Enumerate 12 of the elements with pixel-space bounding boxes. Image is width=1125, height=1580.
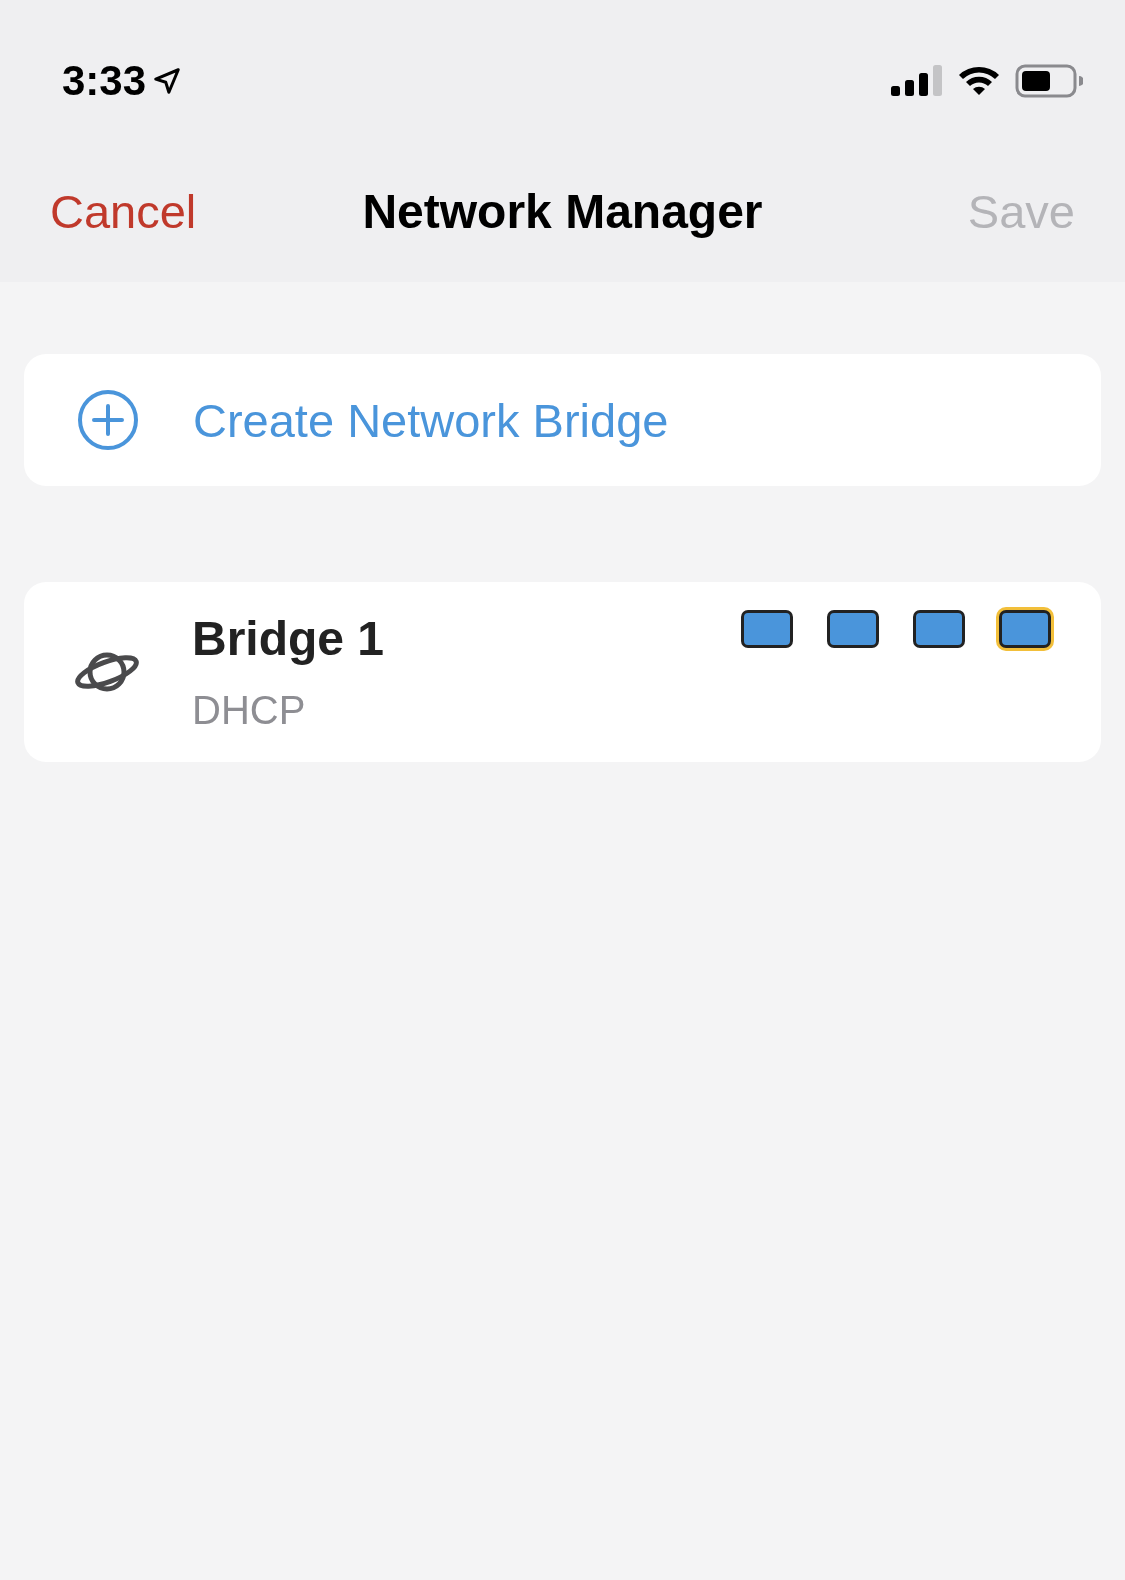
bridge-mode: DHCP	[192, 688, 307, 733]
cancel-button[interactable]: Cancel	[50, 183, 197, 239]
bridge-name: Bridge 1	[192, 611, 385, 666]
signal-icon	[891, 64, 943, 98]
battery-icon	[1015, 64, 1083, 98]
bridge-row[interactable]: Bridge 1 DHCP	[24, 582, 1101, 762]
wifi-icon	[957, 64, 1001, 98]
add-circle-icon	[77, 389, 139, 451]
status-time: 3:33	[62, 57, 147, 105]
create-bridge-button[interactable]: Create Network Bridge	[24, 354, 1101, 486]
screen-title: Network Manager	[362, 183, 763, 239]
location-arrow-icon	[152, 66, 183, 96]
